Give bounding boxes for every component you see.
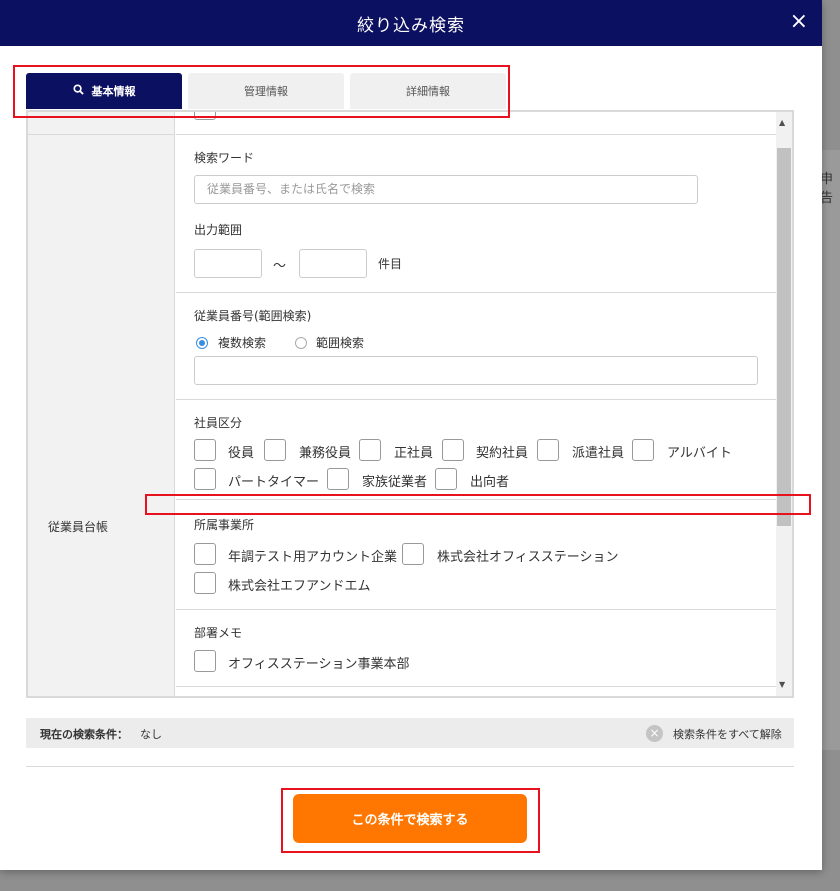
- scroll-thumb[interactable]: [777, 148, 791, 526]
- employee-type-title: 社員区分: [194, 416, 243, 430]
- section-search-word: 検索ワード 従業員番号、または氏名で検索 出力範囲 ～ 件目: [176, 135, 776, 293]
- employee-number-input[interactable]: [194, 356, 758, 385]
- range-from-input[interactable]: [194, 249, 262, 278]
- label-column: 従業員台帳: [28, 112, 175, 696]
- search-icon: [72, 84, 84, 98]
- backdrop-partial-text: 申告: [820, 172, 834, 206]
- section-dept-memo: 部署メモ オフィスステーション事業本部: [176, 610, 776, 687]
- scroll-down-arrow-icon[interactable]: ▼: [779, 680, 785, 689]
- checkbox-contract-employee[interactable]: [442, 439, 464, 461]
- checkbox-part-timer[interactable]: [194, 468, 216, 490]
- label-part-timer: パートタイマー: [228, 475, 320, 490]
- tab-basic-info[interactable]: 基本情報: [26, 73, 182, 109]
- clear-all-link[interactable]: 検索条件をすべて解除: [673, 726, 782, 742]
- condition-label: 現在の検索条件：: [40, 728, 128, 741]
- tab-basic-info-label: 基本情報: [91, 85, 136, 98]
- checkbox-clipped[interactable]: [194, 112, 216, 120]
- search-word-title: 検索ワード: [194, 151, 255, 165]
- filter-panel: 従業員台帳 検索ワード 従業員番号、または氏名で検索 出力範囲 ～ 件目 従業員…: [26, 110, 794, 698]
- radio-multiple-search[interactable]: [196, 337, 208, 349]
- checkbox-concurrent-officer[interactable]: [264, 439, 286, 461]
- section-employee-number: 従業員番号(範囲検索) 複数検索 範囲検索: [176, 293, 776, 400]
- checkbox-office-year-end-test[interactable]: [194, 543, 216, 565]
- panel-scrollbar[interactable]: ▲ ▼: [776, 112, 792, 696]
- range-tilde: ～: [273, 259, 287, 274]
- filter-search-modal: 絞り込み検索 × 基本情報 管理情報 詳細情報 従業員台帳 検索ワード 従業員番…: [0, 0, 822, 870]
- radio-range-search-label: 範囲検索: [316, 336, 365, 350]
- checkbox-part-time-job[interactable]: [632, 439, 654, 461]
- range-to-input[interactable]: [299, 249, 367, 278]
- output-range-title: 出力範囲: [194, 223, 243, 237]
- clipped-section: [176, 112, 776, 135]
- office-title: 所属事業所: [194, 518, 255, 532]
- row-label-employee-ledger: 従業員台帳: [48, 520, 109, 534]
- label-dispatched-employee: 派遣社員: [572, 446, 625, 461]
- checkbox-family-worker[interactable]: [327, 468, 349, 490]
- filter-content: 検索ワード 従業員番号、または氏名で検索 出力範囲 ～ 件目 従業員番号(範囲検…: [176, 112, 776, 696]
- label-dept-office-station-division: オフィスステーション事業本部: [228, 657, 410, 672]
- checkbox-office-fandm[interactable]: [194, 572, 216, 594]
- checkbox-dispatched-employee[interactable]: [537, 439, 559, 461]
- modal-title: 絞り込み検索: [357, 15, 465, 36]
- condition-value: なし: [140, 728, 162, 741]
- search-word-input[interactable]: 従業員番号、または氏名で検索: [194, 175, 698, 204]
- section-employee-type: 社員区分 役員 兼務役員 正社員 契約社員 派遣社員 アルバイト パートタイマー: [176, 400, 776, 500]
- tab-detail-info-label: 詳細情報: [406, 85, 450, 98]
- checkbox-dept-office-station-division[interactable]: [194, 650, 216, 672]
- label-concurrent-officer: 兼務役員: [299, 446, 352, 461]
- close-icon[interactable]: ×: [790, 9, 808, 35]
- divider: [26, 766, 794, 767]
- label-office-station: 株式会社オフィスステーション: [437, 550, 619, 565]
- checkbox-office-station[interactable]: [402, 543, 424, 565]
- section-office: 所属事業所 年調テスト用アカウント企業 株式会社オフィスステーション 株式会社エ…: [176, 500, 776, 610]
- label-regular-employee: 正社員: [394, 446, 434, 461]
- label-part-time-job: アルバイト: [667, 446, 732, 461]
- scroll-up-arrow-icon[interactable]: ▲: [779, 118, 785, 127]
- dept-memo-title: 部署メモ: [194, 626, 243, 640]
- current-condition-bar: 現在の検索条件： なし × 検索条件をすべて解除: [26, 718, 794, 748]
- label-office-year-end-test: 年調テスト用アカウント企業: [228, 550, 398, 565]
- checkbox-regular-employee[interactable]: [359, 439, 381, 461]
- tab-management-info[interactable]: 管理情報: [188, 73, 344, 109]
- label-contract-employee: 契約社員: [476, 446, 529, 461]
- tab-detail-info[interactable]: 詳細情報: [350, 73, 506, 109]
- clear-all-icon[interactable]: ×: [646, 725, 663, 742]
- label-officer: 役員: [228, 446, 255, 461]
- tab-bar: 基本情報 管理情報 詳細情報: [26, 73, 506, 109]
- range-unit: 件目: [378, 257, 403, 271]
- radio-multiple-search-label: 複数検索: [218, 336, 267, 350]
- checkbox-officer[interactable]: [194, 439, 216, 461]
- radio-range-search[interactable]: [295, 337, 307, 349]
- modal-header: 絞り込み検索 ×: [0, 0, 822, 46]
- checkbox-seconded-employee[interactable]: [435, 468, 457, 490]
- label-office-fandm: 株式会社エフアンドエム: [228, 579, 371, 594]
- employee-number-title: 従業員番号(範囲検索): [194, 309, 312, 323]
- tab-management-info-label: 管理情報: [244, 85, 288, 98]
- search-with-conditions-button[interactable]: この条件で検索する: [293, 794, 527, 843]
- label-seconded-employee: 出向者: [470, 475, 510, 490]
- label-family-worker: 家族従業者: [362, 475, 428, 490]
